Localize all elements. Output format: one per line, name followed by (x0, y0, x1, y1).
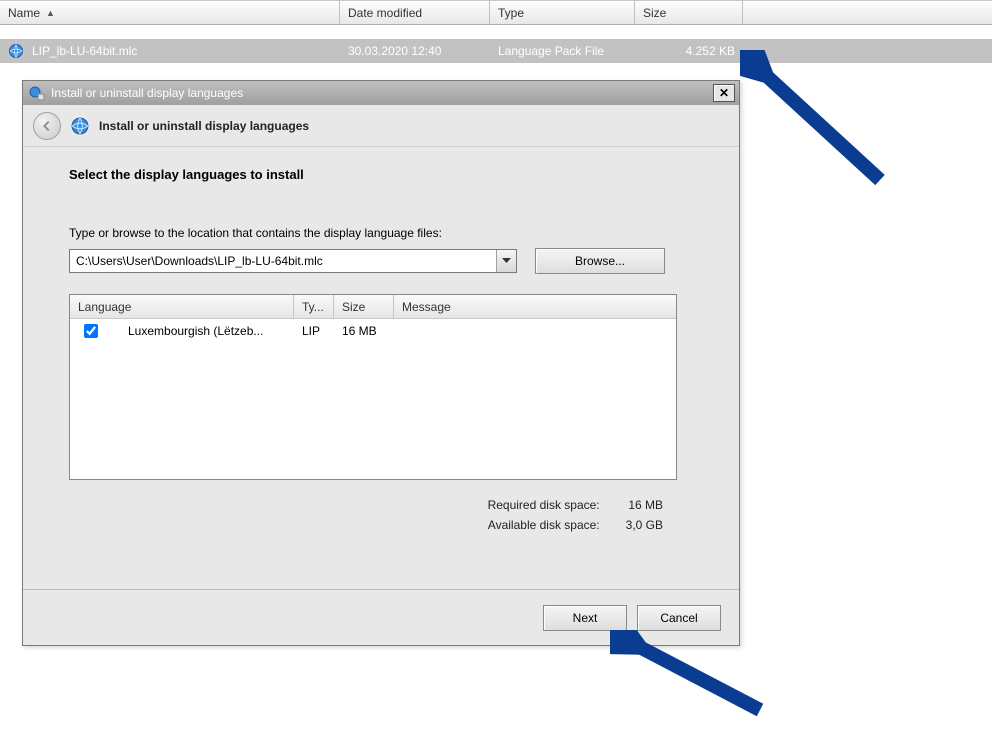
col-name[interactable]: Name ▲ (0, 1, 340, 24)
required-value: 16 MB (614, 496, 675, 514)
cancel-button[interactable]: Cancel (637, 605, 721, 631)
close-icon: ✕ (719, 86, 729, 100)
gcol-size[interactable]: Size (334, 295, 394, 318)
file-size: 4.252 KB (635, 44, 743, 58)
explorer-list: Name ▲ Date modified Type Size LIP_lb-LU… (0, 0, 992, 63)
grid-header: Language Ty... Size Message (70, 295, 676, 319)
file-date: 30.03.2020 12:40 (340, 44, 490, 58)
explorer-header: Name ▲ Date modified Type Size (0, 0, 992, 25)
gcol-language[interactable]: Language (70, 295, 294, 318)
path-combobox[interactable] (69, 249, 517, 273)
file-icon (8, 43, 24, 59)
col-size[interactable]: Size (635, 1, 743, 24)
dialog-title: Install or uninstall display languages (51, 86, 713, 100)
wizard-header: Install or uninstall display languages (23, 105, 739, 147)
available-label: Available disk space: (476, 516, 612, 534)
language-type: LIP (294, 324, 334, 338)
language-size: 16 MB (334, 324, 394, 338)
language-grid: Language Ty... Size Message Luxembourgis… (69, 294, 677, 480)
browse-button[interactable]: Browse... (535, 248, 665, 274)
col-spacer (743, 1, 992, 24)
back-button[interactable] (33, 112, 61, 140)
col-type-label: Type (498, 6, 524, 20)
wizard-title: Install or uninstall display languages (99, 119, 309, 133)
file-type: Language Pack File (490, 44, 635, 58)
sort-asc-icon: ▲ (46, 8, 55, 18)
language-row[interactable]: Luxembourgish (Lëtzeb... LIP 16 MB (70, 319, 676, 343)
language-name: Luxembourgish (Lëtzeb... (128, 324, 263, 338)
available-value: 3,0 GB (614, 516, 675, 534)
titlebar[interactable]: Install or uninstall display languages ✕ (23, 81, 739, 105)
gcol-type[interactable]: Ty... (294, 295, 334, 318)
col-size-label: Size (643, 6, 666, 20)
language-install-dialog: Install or uninstall display languages ✕… (22, 80, 740, 646)
disk-info: Required disk space: 16 MB Available dis… (69, 494, 677, 536)
next-button[interactable]: Next (543, 605, 627, 631)
gcol-message[interactable]: Message (394, 295, 676, 318)
app-icon (29, 85, 45, 101)
chevron-down-icon (502, 258, 511, 264)
required-label: Required disk space: (476, 496, 612, 514)
globe-icon (71, 117, 89, 135)
file-name: LIP_lb-LU-64bit.mlc (32, 44, 137, 58)
path-label: Type or browse to the location that cont… (69, 226, 693, 240)
language-checkbox[interactable] (84, 324, 98, 338)
path-input[interactable] (70, 250, 496, 272)
wizard-footer: Next Cancel (23, 589, 739, 645)
instruction-heading: Select the display languages to install (69, 167, 693, 182)
close-button[interactable]: ✕ (713, 84, 735, 102)
col-type[interactable]: Type (490, 1, 635, 24)
col-name-label: Name (8, 6, 40, 20)
col-date-label: Date modified (348, 6, 422, 20)
file-row[interactable]: LIP_lb-LU-64bit.mlc 30.03.2020 12:40 Lan… (0, 39, 992, 63)
combo-dropdown-button[interactable] (496, 250, 516, 272)
back-arrow-icon (40, 119, 54, 133)
wizard-body: Select the display languages to install … (23, 147, 739, 589)
col-date[interactable]: Date modified (340, 1, 490, 24)
annotation-arrow-top (740, 50, 920, 190)
